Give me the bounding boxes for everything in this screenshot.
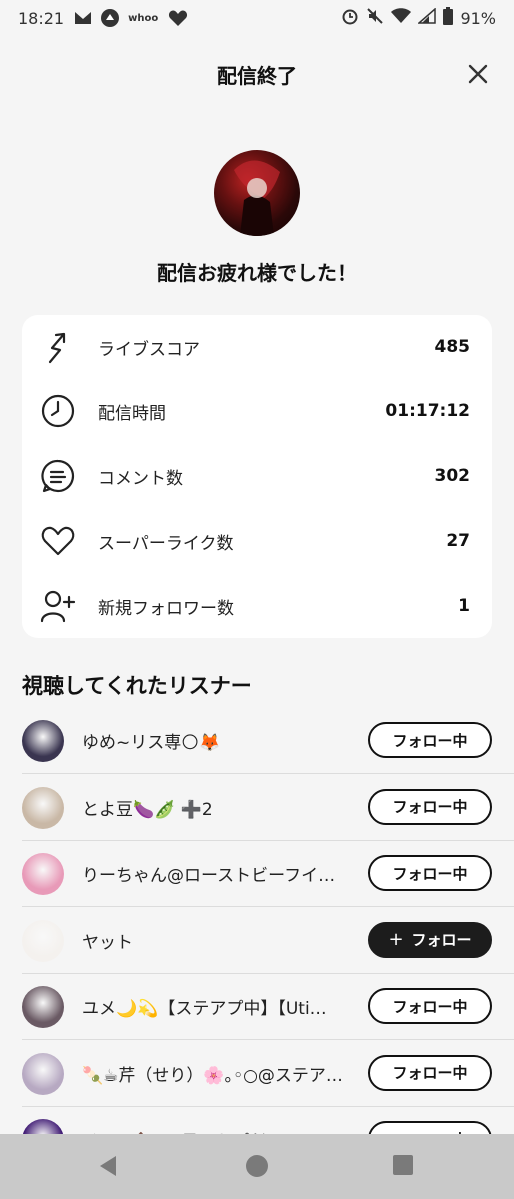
- listener-row[interactable]: ゆめ~リス専🌕🦊 フォロー中: [22, 708, 514, 774]
- notification-icon: [74, 10, 92, 26]
- stat-value: 01:17:12: [385, 401, 470, 421]
- stat-label: コメント数: [98, 468, 183, 489]
- status-bar: 18:21 whoo 91%: [0, 0, 514, 36]
- stat-label: 新規フォロワー数: [98, 598, 234, 619]
- listener-row[interactable]: ヤット + フォロー: [22, 908, 514, 974]
- stat-label: スーパーライク数: [98, 533, 234, 554]
- follow-button[interactable]: + フォロー: [368, 921, 492, 958]
- listener-avatar[interactable]: [22, 1052, 64, 1095]
- thanks-message: 配信お疲れ様でした！: [157, 261, 357, 285]
- back-icon: [100, 1156, 116, 1176]
- following-button[interactable]: フォロー中: [368, 988, 492, 1024]
- whoo-label: whoo: [128, 12, 159, 24]
- plus-icon: +: [388, 929, 404, 950]
- follow-button-label: フォロー中: [392, 798, 468, 816]
- following-button[interactable]: フォロー中: [368, 722, 492, 758]
- follow-button-label: フォロー中: [392, 731, 468, 750]
- listener-avatar[interactable]: [22, 786, 64, 829]
- page-title: 配信終了: [217, 64, 297, 88]
- following-button[interactable]: フォロー中: [368, 788, 492, 825]
- stats-card: ライブスコア 485 配信時間 01:17:12 コメント数 302 スーパーラ…: [22, 315, 492, 638]
- listener-avatar[interactable]: [22, 986, 64, 1028]
- follow-button-label: フォロー中: [392, 864, 468, 883]
- stat-comment-count: コメント数 302: [22, 444, 492, 508]
- comment-icon: [40, 458, 76, 494]
- signal-icon: [417, 7, 437, 28]
- stat-super-like-count: スーパーライク数 27: [22, 509, 492, 573]
- recents-button[interactable]: [392, 1154, 416, 1178]
- stat-value: 485: [434, 337, 471, 357]
- battery-icon: [443, 7, 454, 29]
- mute-icon: [366, 7, 384, 29]
- stat-live-score: ライブスコア 485: [22, 315, 492, 379]
- listener-name: ユメ🌙💫【ステアプ中】【Uti…: [82, 999, 327, 1019]
- streamer-avatar: [214, 150, 300, 236]
- listener-avatar[interactable]: [22, 720, 64, 762]
- stat-label: 配信時間: [98, 403, 166, 424]
- status-time: 18:21: [18, 8, 65, 28]
- listener-avatar[interactable]: [22, 853, 64, 895]
- alarm-icon: [341, 7, 359, 29]
- home-button[interactable]: [245, 1154, 269, 1178]
- app-notification-icon: [100, 8, 120, 28]
- system-nav-bar: [0, 1134, 514, 1199]
- listener-avatar[interactable]: [22, 919, 64, 962]
- follow-button-label: フォロー中: [392, 1064, 468, 1082]
- stat-value: 1: [458, 596, 470, 616]
- listener-row[interactable]: ユメ🌙💫【ステアプ中】【Uti… フォロー中: [22, 974, 514, 1040]
- listener-row[interactable]: りーちゃん@ローストビーフイ… フォロー中: [22, 841, 514, 907]
- stat-value: 27: [446, 531, 470, 551]
- header: 配信終了: [0, 52, 514, 96]
- clock-icon: [40, 393, 76, 429]
- battery-percent: 91%: [460, 8, 496, 28]
- close-button[interactable]: [466, 62, 490, 86]
- listeners-section-title: 視聴してくれたリスナー: [22, 674, 252, 698]
- listener-name: 🍡☕芹（せり）🌸｡◦○@ステア…: [82, 1065, 343, 1086]
- listener-row[interactable]: 🍡☕芹（せり）🌸｡◦○@ステア… フォロー中: [22, 1041, 514, 1107]
- listener-name: とよ豆🍆🫛 ➕2: [82, 799, 213, 820]
- listener-name: ヤット: [82, 932, 133, 953]
- wifi-icon: [391, 8, 412, 28]
- following-button[interactable]: フォロー中: [368, 855, 492, 891]
- follow-button-label: フォロー: [411, 931, 472, 949]
- heart-icon: [40, 523, 76, 559]
- stat-value: 302: [434, 466, 471, 486]
- following-button[interactable]: フォロー中: [368, 1054, 492, 1091]
- heart-notification-icon: [168, 9, 188, 27]
- listener-name: ゆめ~リス専🌕🦊: [82, 733, 221, 753]
- close-icon: [468, 64, 488, 84]
- arrow-up-icon: [40, 329, 76, 365]
- follow-button-label: フォロー中: [392, 997, 468, 1016]
- add-user-icon: [40, 588, 76, 624]
- back-button[interactable]: [96, 1154, 120, 1178]
- home-icon: [246, 1155, 268, 1177]
- listener-row[interactable]: とよ豆🍆🫛 ➕2 フォロー中: [22, 775, 514, 841]
- listener-name: りーちゃん@ローストビーフイ…: [82, 866, 336, 886]
- stat-new-followers: 新規フォロワー数 1: [22, 574, 492, 638]
- recents-icon: [393, 1155, 413, 1175]
- stat-stream-time: 配信時間 01:17:12: [22, 379, 492, 443]
- stat-label: ライブスコア: [98, 339, 200, 360]
